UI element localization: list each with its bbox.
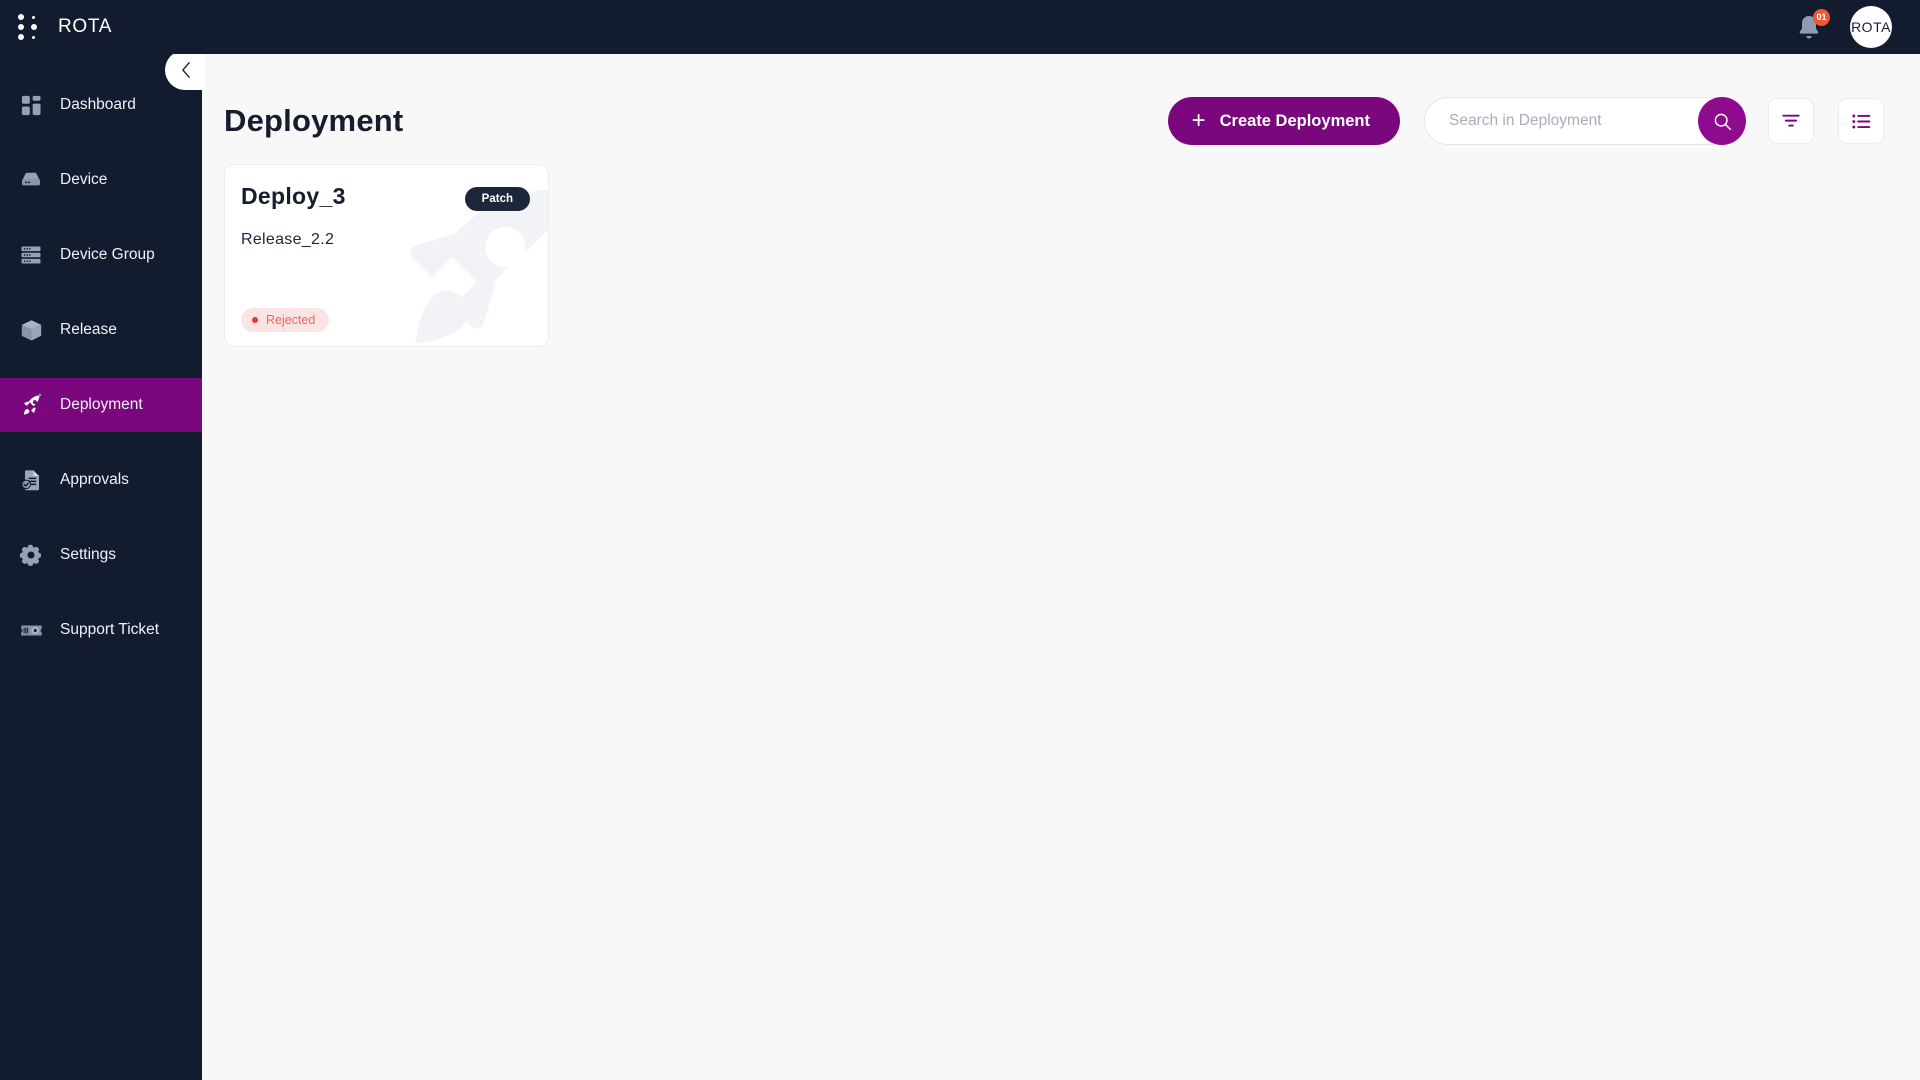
main-content: Deployment + Create Deployment Search in…: [202, 54, 1920, 1080]
sidebar-item-label: Deployment: [60, 396, 143, 413]
sidebar-item-label: Device Group: [60, 246, 155, 263]
create-deployment-button[interactable]: + Create Deployment: [1167, 97, 1400, 145]
document-check-icon: [18, 467, 44, 493]
sidebar-item-approvals[interactable]: Approvals: [0, 453, 202, 507]
topbar-actions: 01 ROTA: [1794, 6, 1920, 48]
deployment-name: Deploy_3: [241, 183, 346, 209]
chevron-left-icon: [181, 62, 190, 78]
brand-name: ROTA: [58, 16, 113, 37]
avatar[interactable]: ROTA: [1850, 6, 1892, 48]
sidebar-item-release[interactable]: Release: [0, 303, 202, 357]
header-toolbar: + Create Deployment: [1167, 97, 1884, 145]
list-view-icon: [1851, 114, 1870, 128]
search-button[interactable]: [1698, 97, 1746, 145]
plus-icon: +: [1191, 107, 1206, 134]
sidebar-collapse-button[interactable]: [165, 50, 205, 90]
filter-button[interactable]: [1768, 98, 1814, 144]
top-bar: ROTA 01 ROTA: [0, 0, 1920, 54]
brand[interactable]: ROTA: [0, 12, 112, 42]
sidebar-item-dashboard[interactable]: Dashboard: [0, 78, 202, 132]
status-label: Rejected: [266, 313, 316, 327]
create-deployment-label: Create Deployment: [1219, 111, 1370, 130]
sidebar-item-device-group[interactable]: Device Group: [0, 228, 202, 282]
notifications-button[interactable]: 01: [1794, 9, 1830, 43]
deployment-release: Release_2.2: [241, 231, 335, 248]
status-badge: Rejected: [241, 308, 330, 332]
dot-grid-logo-icon: [16, 12, 42, 42]
sidebar-item-deployment[interactable]: Deployment: [0, 378, 202, 432]
sidebar-item-label: Release: [60, 321, 117, 338]
search-input[interactable]: [1424, 97, 1744, 145]
list-view-button[interactable]: [1838, 98, 1884, 144]
deployment-type-tag: Patch: [464, 187, 530, 211]
deployment-card[interactable]: Deploy_3 Patch Release_2.2 Rejected: [224, 164, 549, 347]
gear-icon: [18, 542, 44, 568]
sidebar-item-device[interactable]: Device: [0, 153, 202, 207]
notification-badge: 01: [1813, 9, 1830, 26]
sidebar-item-label: Approvals: [60, 471, 129, 488]
deployment-card-grid: Deploy_3 Patch Release_2.2 Rejected: [202, 158, 1920, 347]
main-header: Deployment + Create Deployment: [202, 54, 1920, 158]
page-title: Deployment: [224, 103, 404, 138]
sidebar-item-label: Settings: [60, 546, 117, 563]
search-icon: [1714, 113, 1731, 130]
sidebar: Dashboard Device Device Group Release De…: [0, 54, 202, 1080]
sidebar-item-support-ticket[interactable]: Support Ticket: [0, 603, 202, 657]
server-stack-icon: [18, 242, 44, 268]
sidebar-item-label: Device: [60, 171, 108, 188]
sidebar-item-label: Support Ticket: [60, 621, 160, 638]
search-container: [1424, 97, 1746, 145]
package-box-icon: [18, 317, 44, 343]
server-device-icon: [18, 167, 44, 193]
rocket-icon: [18, 392, 44, 418]
card-header: Deploy_3 Patch: [225, 165, 548, 211]
sidebar-item-settings[interactable]: Settings: [0, 528, 202, 582]
sidebar-item-label: Dashboard: [60, 96, 136, 113]
status-dot-icon: [252, 317, 258, 323]
ticket-icon: [18, 617, 44, 643]
filter-icon: [1782, 114, 1800, 127]
dashboard-grid-icon: [18, 92, 44, 118]
